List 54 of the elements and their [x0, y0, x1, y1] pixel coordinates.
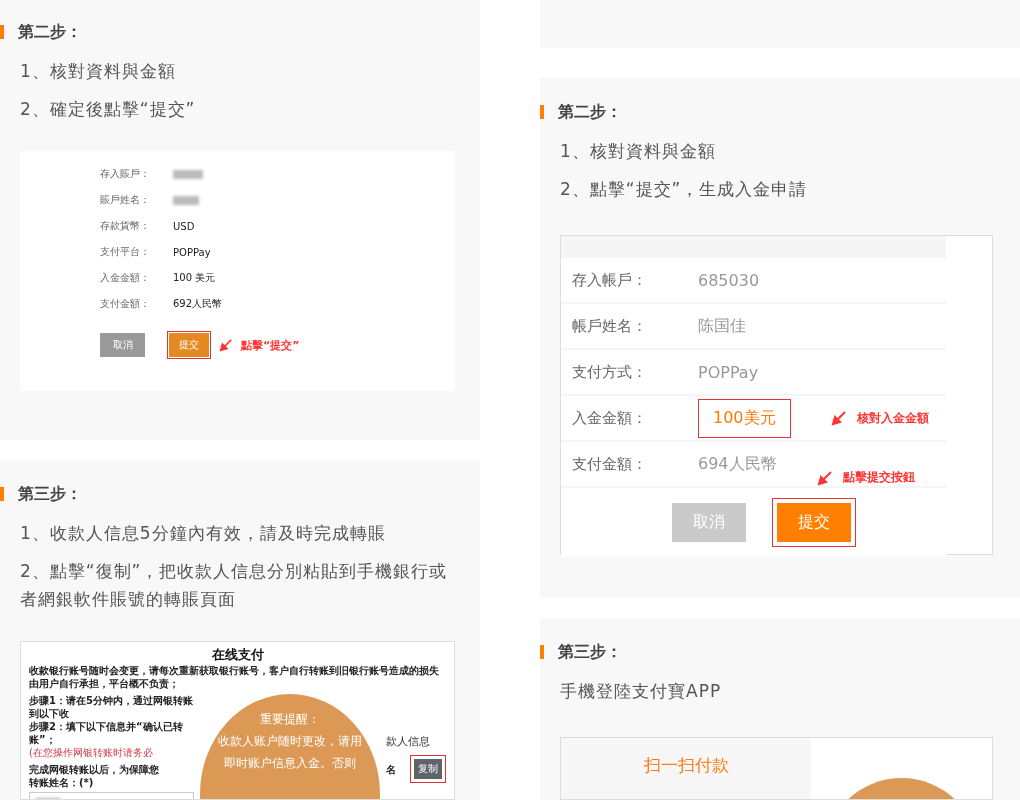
field-label: 賬戶姓名：: [100, 193, 151, 207]
field-value: 100美元: [698, 398, 791, 438]
step-text: 手機登陸支付寶APP: [560, 680, 723, 703]
notice-text: 收款银行账号随时会变更，请每次重新获取银行账号，客户自行转账到旧银行账号造成的损失由用户自行承担，平台概不负责；: [29, 664, 440, 690]
field-label: 存款貨幣：: [100, 219, 151, 233]
field-label: 帳戶姓名：: [572, 316, 648, 336]
reminder-title: 重要提醒：: [260, 711, 320, 728]
field-label: 支付方式：: [572, 362, 648, 382]
warning-text: (在您操作网银转账时请务必: [29, 746, 154, 759]
arrow-icon: [816, 469, 833, 486]
annotation-text: 點擊“提交”: [241, 337, 300, 353]
cancel-button[interactable]: 取消: [100, 333, 145, 357]
field-value: 694人民幣: [698, 453, 777, 475]
field-value: 陈国佳: [698, 315, 746, 337]
scan-caption: 扫一扫付款: [643, 754, 729, 777]
field-label: 存入賬戶：: [100, 167, 151, 181]
field-label: 入金金額：: [100, 271, 151, 285]
payment-title: 在线支付: [210, 646, 265, 664]
copy-button[interactable]: 复制: [414, 759, 442, 779]
submit-button[interactable]: 提交: [169, 333, 209, 357]
step-heading: 第三步：: [0, 484, 480, 505]
reminder-text: 即时账户信息入金。否则: [224, 755, 356, 772]
field-label: 名: [386, 762, 396, 776]
field-label: 支付金額：: [100, 297, 151, 311]
step-text: 1、核對資料與金額: [560, 140, 717, 163]
reminder-text: 收款人账户随时更改，请用: [218, 733, 362, 750]
step-text: 1、核對資料與金額: [20, 60, 177, 83]
field-label: 入金金額：: [572, 408, 648, 428]
step-text: 2、點擊“提交”，生成入金申請: [560, 178, 809, 201]
arrow-icon: [219, 338, 233, 352]
field-label: 支付平台：: [100, 245, 151, 259]
step-text: 2、確定後點擊“提交”: [20, 98, 197, 121]
field-value: USD: [173, 220, 195, 232]
step-text: 步骤1：请在5分钟内，通过网银转账到以下收: [29, 694, 194, 720]
annotation-text: 點擊提交按鈕: [842, 469, 915, 486]
field-value: 100 美元: [173, 271, 216, 285]
submit-button[interactable]: 提交: [776, 502, 851, 542]
annotation-text: 核對入金金額: [856, 409, 929, 427]
field-label: 支付金額：: [572, 454, 648, 474]
step-heading: 第三步：: [540, 642, 1020, 663]
field-label: 存入帳戶：: [572, 270, 648, 290]
step-heading: 第二步：: [0, 22, 480, 43]
field-value: POPPay: [173, 246, 211, 258]
field-label: 转账姓名：(*): [29, 776, 95, 789]
section-title: 款人信息: [386, 734, 431, 749]
step-text: 步骤2：填下以下信息并“确认已转账”；: [29, 720, 184, 746]
step-text: 1、收款人信息5分鐘內有效，請及時完成轉賬: [20, 522, 387, 545]
field-value: POPPay: [698, 362, 759, 382]
arrow-icon: [830, 410, 847, 426]
prompt-text: 完成网银转账以后，为保障您: [29, 763, 160, 776]
step-text: 2、點擊“復制”，把收款人信息分別粘貼到手機銀行或者網銀軟件賬號的轉賬頁面: [20, 560, 449, 611]
field-value: 692人民幣: [173, 297, 223, 311]
step-heading: 第二步：: [540, 102, 1020, 123]
field-value: 685030: [698, 270, 760, 290]
